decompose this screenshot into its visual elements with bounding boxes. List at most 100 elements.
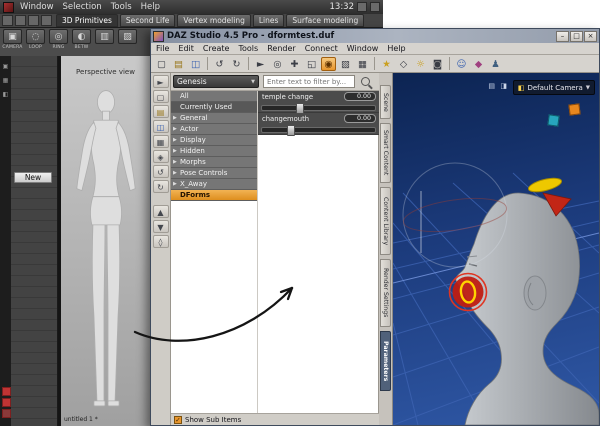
node-icon[interactable]: ◈	[152, 150, 169, 163]
param-group-general[interactable]: ▶ General	[171, 113, 257, 124]
bg-strip-red-icon[interactable]	[2, 387, 11, 396]
bg-strip-grid-icon[interactable]: ▣	[0, 63, 11, 70]
tab-parameters[interactable]: Parameters	[380, 331, 391, 391]
titlebar[interactable]: DAZ Studio 4.5 Pro - dformtest.duf – □ ×	[151, 29, 599, 43]
new-file-icon[interactable]: ▢	[154, 57, 169, 71]
bg-tray-icon-2[interactable]	[370, 2, 380, 12]
new-button[interactable]: New	[14, 172, 52, 183]
actors-icon[interactable]: ☺	[454, 57, 469, 71]
menu-connect[interactable]: Connect	[305, 44, 338, 53]
menu-tools[interactable]: Tools	[238, 44, 258, 53]
bg-tab-second-life[interactable]: Second Life	[119, 14, 176, 27]
dform-base-node-icon[interactable]	[547, 114, 560, 127]
wardrobe-icon[interactable]: ◆	[471, 57, 486, 71]
redo-strip-icon[interactable]: ↻	[152, 180, 169, 193]
between-tool-button[interactable]: ◐ BETW	[71, 29, 92, 55]
perspective-icon[interactable]: ◇	[396, 57, 411, 71]
param-group-actor[interactable]: ▶ Actor	[171, 124, 257, 135]
draw-style-icon[interactable]: ◨	[500, 82, 507, 90]
node-select-tool-icon[interactable]: ►	[253, 57, 268, 71]
bg-strip-panel-icon[interactable]: ▦	[0, 77, 11, 84]
lights-icon[interactable]: ☼	[413, 57, 428, 71]
multi-view-icon[interactable]: ◊	[152, 235, 169, 248]
bg-menu-window[interactable]: Window	[20, 2, 54, 12]
new-icon[interactable]: ▢	[152, 90, 169, 103]
render-icon[interactable]: ★	[379, 57, 394, 71]
bg-tab-3d-primitives[interactable]: 3D Primitives	[56, 14, 118, 27]
param-group-currently-used[interactable]: Currently Used	[171, 102, 257, 113]
filter-input[interactable]	[263, 75, 355, 88]
param-group-hidden[interactable]: ▶ Hidden	[171, 146, 257, 157]
param-group-morphs[interactable]: ▶ Morphs	[171, 157, 257, 168]
weld-tool-button[interactable]: ▥	[94, 29, 115, 55]
menu-edit[interactable]: Edit	[178, 44, 194, 53]
save-icon[interactable]: ◫	[152, 120, 169, 133]
dform-node-icon[interactable]	[568, 103, 581, 116]
bg-view-icon-4[interactable]	[41, 15, 52, 26]
bg-perspective-viewport[interactable]: Perspective view untitled 1 *	[58, 56, 150, 426]
menu-file[interactable]: File	[156, 44, 169, 53]
slider-handle[interactable]	[286, 125, 295, 136]
save-file-icon[interactable]: ◫	[188, 57, 203, 71]
bg-menu-tools[interactable]: Tools	[111, 2, 132, 12]
open-file-icon[interactable]: ▤	[171, 57, 186, 71]
bg-strip-red-icon-3[interactable]	[2, 409, 11, 418]
bg-tray-icon[interactable]	[357, 2, 367, 12]
slider-value[interactable]: 0.00	[344, 92, 376, 101]
style-icon[interactable]: ▦	[152, 135, 169, 148]
bg-view-icon-3[interactable]	[28, 15, 39, 26]
tab-scene[interactable]: Scene	[380, 85, 391, 119]
undo-strip-icon[interactable]: ↺	[152, 165, 169, 178]
bg-view-icon-2[interactable]	[15, 15, 26, 26]
camera-tool-button[interactable]: ▣ CAMERA	[2, 29, 23, 55]
slider-track[interactable]	[261, 125, 376, 136]
search-icon[interactable]	[361, 77, 370, 86]
pointer-tool-icon[interactable]: ►	[152, 75, 169, 88]
dock-down-icon[interactable]: ▼	[152, 220, 169, 233]
spot-render-icon[interactable]: ▦	[355, 57, 370, 71]
slider-track[interactable]	[261, 103, 376, 114]
dock-up-icon[interactable]: ▲	[152, 205, 169, 218]
param-group-pose-controls[interactable]: ▶ Pose Controls	[171, 168, 257, 179]
tab-content-library[interactable]: Content Library	[380, 187, 391, 255]
param-group-display[interactable]: ▶ Display	[171, 135, 257, 146]
bg-strip-red-icon-2[interactable]	[2, 398, 11, 407]
dform-widgets[interactable]	[393, 73, 599, 425]
tab-smart-content[interactable]: Smart Content	[380, 123, 391, 183]
bg-strip-shade-icon[interactable]: ◧	[0, 91, 11, 98]
scale-tool-icon[interactable]: ◱	[304, 57, 319, 71]
tab-render-settings[interactable]: Render Settings	[380, 259, 391, 327]
bg-tab-vertex-modeling[interactable]: Vertex modeling	[177, 14, 251, 27]
close-button[interactable]: ×	[584, 30, 597, 42]
slider-value[interactable]: 0.00	[344, 114, 376, 123]
undo-icon[interactable]: ↺	[212, 57, 227, 71]
param-group-x-away[interactable]: ▶ X_Away	[171, 179, 257, 190]
bg-tab-lines[interactable]: Lines	[252, 14, 285, 27]
bg-tab-surface-modeling[interactable]: Surface modeling	[286, 14, 365, 27]
universal-tool-icon[interactable]: ◉	[321, 56, 336, 71]
menu-render[interactable]: Render	[267, 44, 295, 53]
daz-3d-viewport[interactable]: ▤ ◨ ◧ Default Camera ▼	[393, 73, 599, 425]
ring-tool-button[interactable]: ◎ RING	[48, 29, 69, 55]
bg-view-icon[interactable]	[2, 15, 13, 26]
menu-window[interactable]: Window	[347, 44, 379, 53]
redo-icon[interactable]: ↻	[229, 57, 244, 71]
param-group-dforms[interactable]: DForms	[171, 190, 257, 201]
show-sub-items-checkbox[interactable]: ✓	[174, 415, 182, 424]
extract-tool-button[interactable]: ▨	[117, 29, 138, 55]
bg-menu-help[interactable]: Help	[141, 2, 160, 12]
translate-tool-icon[interactable]: ✚	[287, 57, 302, 71]
open-icon[interactable]: ▤	[152, 105, 169, 118]
rotate-tool-icon[interactable]: ◎	[270, 57, 285, 71]
menu-help[interactable]: Help	[387, 44, 405, 53]
figure-selector[interactable]: Genesis ▼	[173, 75, 259, 88]
pane-options-icon[interactable]: ▤	[488, 82, 495, 90]
camera-selector[interactable]: ◧ Default Camera ▼	[512, 80, 595, 95]
poses-icon[interactable]: ♟	[488, 57, 503, 71]
param-group-all[interactable]: All	[171, 91, 257, 102]
cameras-icon[interactable]: ◙	[430, 57, 445, 71]
maximize-button[interactable]: □	[570, 30, 583, 42]
loop-tool-button[interactable]: ◌ LOOP	[25, 29, 46, 55]
surface-tool-icon[interactable]: ▧	[338, 57, 353, 71]
minimize-button[interactable]: –	[556, 30, 569, 42]
